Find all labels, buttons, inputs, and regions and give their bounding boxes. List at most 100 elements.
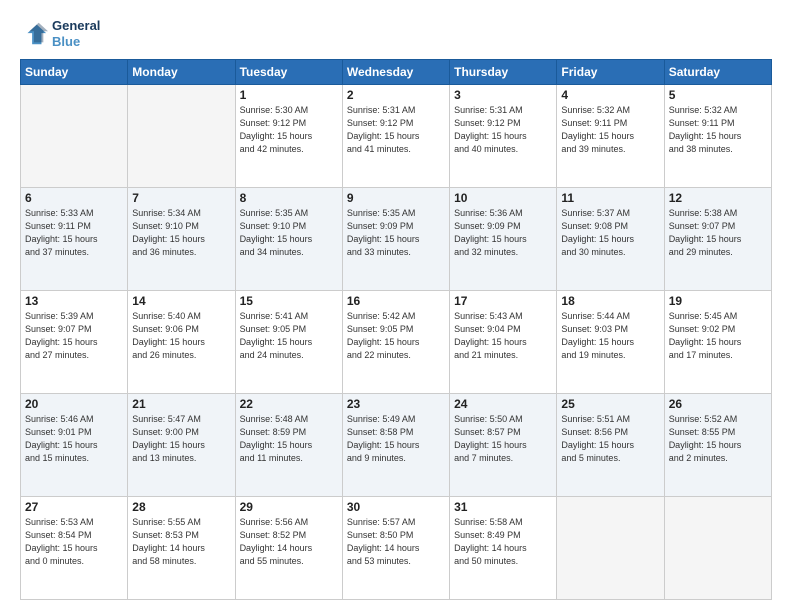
day-number: 31 [454,500,552,514]
logo-text: General Blue [52,18,100,49]
calendar-day-cell: 17 Sunrise: 5:43 AM Sunset: 9:04 PM Dayli… [450,291,557,394]
day-number: 16 [347,294,445,308]
day-number: 21 [132,397,230,411]
day-number: 4 [561,88,659,102]
day-info: Sunrise: 5:55 AM Sunset: 8:53 PM Dayligh… [132,516,230,568]
calendar-day-cell: 18Sunrise: 5:44 AM Sunset: 9:03 PM Dayli… [557,291,664,394]
calendar-week-row: 6 Sunrise: 5:33 AM Sunset: 9:11 PM Daylig… [21,188,772,291]
day-number: 14 [132,294,230,308]
day-number: 23 [347,397,445,411]
calendar-day-cell: 29 Sunrise: 5:56 AM Sunset: 8:52 PM Dayli… [235,497,342,600]
day-info: Sunrise: 5:41 AM Sunset: 9:05 PM Dayligh… [240,310,338,362]
calendar-day-cell: 24Sunrise: 5:50 AM Sunset: 8:57 PM Dayli… [450,394,557,497]
day-number: 30 [347,500,445,514]
calendar-day-cell: 27Sunrise: 5:53 AM Sunset: 8:54 PM Dayli… [21,497,128,600]
logo-icon [20,20,48,48]
day-number: 25 [561,397,659,411]
calendar-day-cell: 7 Sunrise: 5:34 AM Sunset: 9:10 PM Daylig… [128,188,235,291]
day-number: 9 [347,191,445,205]
calendar-day-cell: 23 Sunrise: 5:49 AM Sunset: 8:58 PM Dayli… [342,394,449,497]
day-info: Sunrise: 5:33 AM Sunset: 9:11 PM Dayligh… [25,207,123,259]
day-number: 27 [25,500,123,514]
page: General Blue SundayMondayTuesdayWednesda… [0,0,792,612]
day-info: Sunrise: 5:35 AM Sunset: 9:10 PM Dayligh… [240,207,338,259]
calendar-week-row: 1 Sunrise: 5:30 AM Sunset: 9:12 PM Daylig… [21,85,772,188]
day-info: Sunrise: 5:34 AM Sunset: 9:10 PM Dayligh… [132,207,230,259]
calendar-day-cell: 28 Sunrise: 5:55 AM Sunset: 8:53 PM Dayli… [128,497,235,600]
day-info: Sunrise: 5:40 AM Sunset: 9:06 PM Dayligh… [132,310,230,362]
day-number: 19 [669,294,767,308]
day-number: 3 [454,88,552,102]
weekday-header: Thursday [450,60,557,85]
weekday-header: Friday [557,60,664,85]
calendar-day-cell: 8Sunrise: 5:35 AM Sunset: 9:10 PM Daylig… [235,188,342,291]
calendar-day-cell: 3 Sunrise: 5:31 AM Sunset: 9:12 PM Daylig… [450,85,557,188]
day-info: Sunrise: 5:45 AM Sunset: 9:02 PM Dayligh… [669,310,767,362]
day-info: Sunrise: 5:51 AM Sunset: 8:56 PM Dayligh… [561,413,659,465]
day-number: 28 [132,500,230,514]
calendar-day-cell: 10 Sunrise: 5:36 AM Sunset: 9:09 PM Dayli… [450,188,557,291]
calendar-day-cell: 14 Sunrise: 5:40 AM Sunset: 9:06 PM Dayli… [128,291,235,394]
day-info: Sunrise: 5:32 AM Sunset: 9:11 PM Dayligh… [561,104,659,156]
day-info: Sunrise: 5:56 AM Sunset: 8:52 PM Dayligh… [240,516,338,568]
calendar-week-row: 27Sunrise: 5:53 AM Sunset: 8:54 PM Dayli… [21,497,772,600]
calendar-day-cell: 9Sunrise: 5:35 AM Sunset: 9:09 PM Daylig… [342,188,449,291]
weekday-header: Saturday [664,60,771,85]
day-info: Sunrise: 5:57 AM Sunset: 8:50 PM Dayligh… [347,516,445,568]
calendar-day-cell [664,497,771,600]
day-number: 17 [454,294,552,308]
day-number: 1 [240,88,338,102]
calendar-day-cell: 4 Sunrise: 5:32 AM Sunset: 9:11 PM Daylig… [557,85,664,188]
day-number: 12 [669,191,767,205]
day-info: Sunrise: 5:47 AM Sunset: 9:00 PM Dayligh… [132,413,230,465]
day-number: 24 [454,397,552,411]
day-info: Sunrise: 5:52 AM Sunset: 8:55 PM Dayligh… [669,413,767,465]
day-number: 10 [454,191,552,205]
calendar-week-row: 13 Sunrise: 5:39 AM Sunset: 9:07 PM Dayli… [21,291,772,394]
calendar-day-cell: 22 Sunrise: 5:48 AM Sunset: 8:59 PM Dayli… [235,394,342,497]
day-info: Sunrise: 5:38 AM Sunset: 9:07 PM Dayligh… [669,207,767,259]
calendar-day-cell: 12 Sunrise: 5:38 AM Sunset: 9:07 PM Dayli… [664,188,771,291]
calendar-day-cell: 13 Sunrise: 5:39 AM Sunset: 9:07 PM Dayli… [21,291,128,394]
day-number: 20 [25,397,123,411]
day-info: Sunrise: 5:43 AM Sunset: 9:04 PM Dayligh… [454,310,552,362]
day-info: Sunrise: 5:32 AM Sunset: 9:11 PM Dayligh… [669,104,767,156]
weekday-header: Monday [128,60,235,85]
day-number: 7 [132,191,230,205]
day-info: Sunrise: 5:30 AM Sunset: 9:12 PM Dayligh… [240,104,338,156]
calendar-table: SundayMondayTuesdayWednesdayThursdayFrid… [20,59,772,600]
calendar-day-cell: 26 Sunrise: 5:52 AM Sunset: 8:55 PM Dayli… [664,394,771,497]
day-info: Sunrise: 5:37 AM Sunset: 9:08 PM Dayligh… [561,207,659,259]
calendar-day-cell [128,85,235,188]
day-number: 6 [25,191,123,205]
calendar-day-cell: 16Sunrise: 5:42 AM Sunset: 9:05 PM Dayli… [342,291,449,394]
day-info: Sunrise: 5:49 AM Sunset: 8:58 PM Dayligh… [347,413,445,465]
day-number: 29 [240,500,338,514]
header: General Blue [20,18,772,49]
day-info: Sunrise: 5:44 AM Sunset: 9:03 PM Dayligh… [561,310,659,362]
day-number: 26 [669,397,767,411]
day-info: Sunrise: 5:36 AM Sunset: 9:09 PM Dayligh… [454,207,552,259]
calendar-day-cell: 15Sunrise: 5:41 AM Sunset: 9:05 PM Dayli… [235,291,342,394]
day-info: Sunrise: 5:58 AM Sunset: 8:49 PM Dayligh… [454,516,552,568]
calendar-day-cell: 11Sunrise: 5:37 AM Sunset: 9:08 PM Dayli… [557,188,664,291]
calendar-day-cell: 30 Sunrise: 5:57 AM Sunset: 8:50 PM Dayli… [342,497,449,600]
calendar-day-cell: 5Sunrise: 5:32 AM Sunset: 9:11 PM Daylig… [664,85,771,188]
day-number: 22 [240,397,338,411]
day-info: Sunrise: 5:31 AM Sunset: 9:12 PM Dayligh… [347,104,445,156]
day-info: Sunrise: 5:31 AM Sunset: 9:12 PM Dayligh… [454,104,552,156]
day-info: Sunrise: 5:39 AM Sunset: 9:07 PM Dayligh… [25,310,123,362]
calendar-day-cell: 19 Sunrise: 5:45 AM Sunset: 9:02 PM Dayli… [664,291,771,394]
calendar-header-row: SundayMondayTuesdayWednesdayThursdayFrid… [21,60,772,85]
calendar-day-cell: 1 Sunrise: 5:30 AM Sunset: 9:12 PM Daylig… [235,85,342,188]
day-number: 13 [25,294,123,308]
logo: General Blue [20,18,100,49]
day-info: Sunrise: 5:48 AM Sunset: 8:59 PM Dayligh… [240,413,338,465]
calendar-day-cell [21,85,128,188]
day-info: Sunrise: 5:46 AM Sunset: 9:01 PM Dayligh… [25,413,123,465]
calendar-day-cell [557,497,664,600]
weekday-header: Tuesday [235,60,342,85]
calendar-day-cell: 21 Sunrise: 5:47 AM Sunset: 9:00 PM Dayli… [128,394,235,497]
weekday-header: Wednesday [342,60,449,85]
day-number: 2 [347,88,445,102]
